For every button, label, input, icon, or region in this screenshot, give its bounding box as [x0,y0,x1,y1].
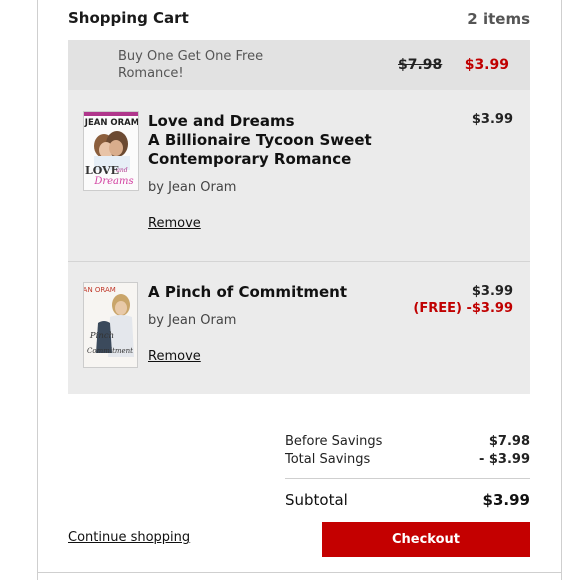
cover-title-text: Commitment [87,347,133,355]
promo-banner: Buy One Get One Free Romance! $7.98 $3.9… [68,40,530,90]
before-savings-value: $7.98 [488,434,530,449]
cart-item-count: 2 items [467,10,530,28]
total-savings-label: Total Savings [285,452,371,467]
item-title-line: Love and Dreams [148,112,295,130]
cart-title: Shopping Cart [68,9,189,27]
continue-shopping-link[interactable]: Continue shopping [68,530,190,545]
item-author: by Jean Oram [148,313,237,328]
cover-author-text: JEAN ORAM [84,118,139,128]
subtotal-label: Subtotal [285,491,348,509]
book-cover-image[interactable]: JEAN ORAM LOVE and Dreams [83,111,139,191]
remove-item-button[interactable]: Remove [148,349,201,364]
cart-item: JEAN ORAM Pinch Commitment A Pinch of Co… [68,262,530,394]
subtotal-value: $3.99 [482,491,530,509]
page-border-left [37,0,38,580]
cover-title-text: Pinch [89,331,114,341]
checkout-button[interactable]: Checkout [322,522,530,557]
item-price: $3.99 [471,112,513,127]
item-price: $3.99 [471,284,513,299]
item-title-line: Contemporary Romance [148,150,352,168]
promo-text: Buy One Get One Free Romance! [118,49,264,81]
cart-item: JEAN ORAM LOVE and Dreams Love and Dream… [68,90,530,260]
book-cover-image[interactable]: JEAN ORAM Pinch Commitment [83,282,138,368]
item-title[interactable]: Love and Dreams A Billionaire Tycoon Swe… [148,112,408,169]
cart-items-panel: Buy One Get One Free Romance! $7.98 $3.9… [68,40,530,394]
summary-divider [285,478,530,479]
total-savings-value: - $3.99 [478,452,530,467]
item-author: by Jean Oram [148,180,237,195]
promo-sale-price: $3.99 [464,57,509,73]
cover-author-text: JEAN ORAM [84,286,116,294]
cover-title-text: Dreams [93,176,133,187]
cover-title-text: and [116,167,127,174]
promo-original-price: $7.98 [398,57,443,73]
remove-item-button[interactable]: Remove [148,216,201,231]
item-title[interactable]: A Pinch of Commitment [148,283,408,302]
page-border-bottom [37,572,562,573]
page-border-right [561,0,562,580]
item-free-discount: (FREE) -$3.99 [413,301,513,316]
item-title-line: A Billionaire Tycoon Sweet [148,131,372,149]
before-savings-label: Before Savings [285,434,383,449]
